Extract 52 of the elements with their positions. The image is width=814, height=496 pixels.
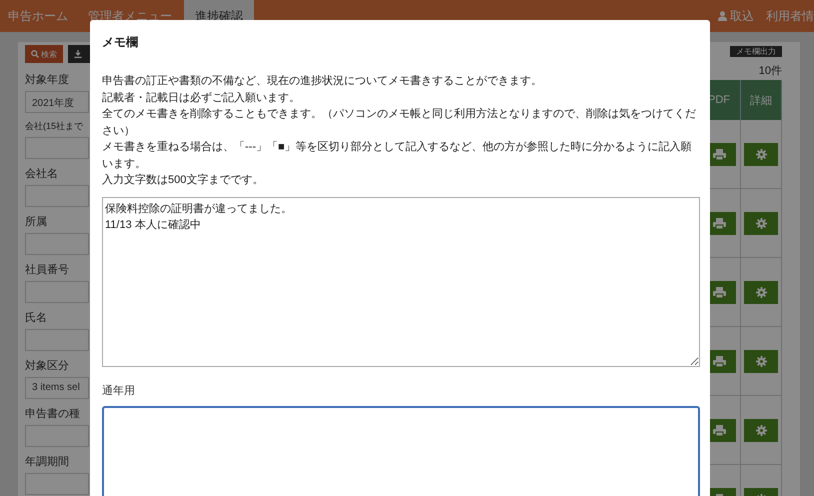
- filter-label: 社員番号: [25, 262, 69, 277]
- filter-label: 申告書の種: [25, 406, 80, 421]
- instruction-text: 記載者・記載日は必ずご記入願います。: [102, 90, 301, 106]
- settings-button[interactable]: [744, 350, 778, 372]
- modal-title: メモ欄: [102, 34, 139, 51]
- result-count: 10件: [758, 64, 782, 78]
- input-field[interactable]: [25, 329, 89, 351]
- settings-button[interactable]: [744, 280, 778, 304]
- printer-icon: [712, 356, 726, 366]
- settings-button[interactable]: [744, 212, 778, 234]
- memo-field[interactable]: 保険料控除の証明書が違ってました。 11/13 本人に確認中: [102, 196, 700, 366]
- instruction-text: 全てのメモ書きを削除することもできます。（パソコンのメモ帳と同じ利用方法となりますので、削除は気をつけてください）: [102, 106, 697, 138]
- settings-button[interactable]: [744, 142, 778, 166]
- select-field[interactable]: 3 items sel: [25, 377, 89, 399]
- column-header: 詳細: [741, 80, 782, 120]
- filter-label: 対象年度: [25, 72, 69, 87]
- instruction-text: 申告書の訂正や書類の不備など、現在の進捗状況についてメモ書きすることができます。: [102, 74, 543, 89]
- printer-icon: [712, 286, 726, 298]
- gear-icon: [756, 286, 766, 298]
- memo-export-button[interactable]: メモ欄出力: [730, 46, 782, 57]
- nav-link[interactable]: 取込: [718, 8, 754, 24]
- filter-label: 所属: [25, 215, 47, 229]
- gear-icon: [756, 424, 766, 436]
- input-field[interactable]: [25, 473, 89, 495]
- nav-tab[interactable]: 申告ホーム: [0, 0, 80, 32]
- search-icon: [31, 50, 39, 58]
- instruction-text: 入力文字数は500文字までです。: [102, 172, 264, 188]
- gear-icon: [756, 218, 766, 228]
- instruction-text: メモ書きを重ねる場合は、「---」「■」等を区切り部分として記入するなど、他の方が参照した時に分かるように記入願います。: [102, 140, 693, 172]
- printer-icon: [712, 218, 726, 228]
- filter-label: 氏名: [25, 311, 47, 325]
- filter-label: 対象区分: [25, 358, 69, 373]
- filter-label: 会社(15社まで: [25, 120, 84, 133]
- nav-link[interactable]: 利用者情: [766, 8, 814, 24]
- select-field[interactable]: 2021年度: [25, 91, 89, 113]
- printer-icon: [712, 424, 726, 436]
- field-label: 通年用: [102, 384, 136, 398]
- yearly-memo-field[interactable]: [102, 406, 700, 496]
- user-icon: [718, 11, 727, 21]
- input-field[interactable]: [25, 185, 89, 207]
- settings-button[interactable]: [744, 418, 778, 442]
- filter-label: 年調期間: [25, 454, 69, 469]
- gear-icon: [756, 148, 766, 160]
- input-field[interactable]: [25, 233, 89, 255]
- download-icon: [74, 50, 82, 58]
- gear-icon: [756, 356, 766, 366]
- input-field[interactable]: [25, 425, 89, 447]
- input-field[interactable]: [25, 137, 89, 159]
- printer-icon: [712, 148, 726, 160]
- search-button[interactable]: 検索: [25, 45, 63, 63]
- input-field[interactable]: [25, 281, 89, 303]
- filter-label: 会社名: [25, 167, 58, 181]
